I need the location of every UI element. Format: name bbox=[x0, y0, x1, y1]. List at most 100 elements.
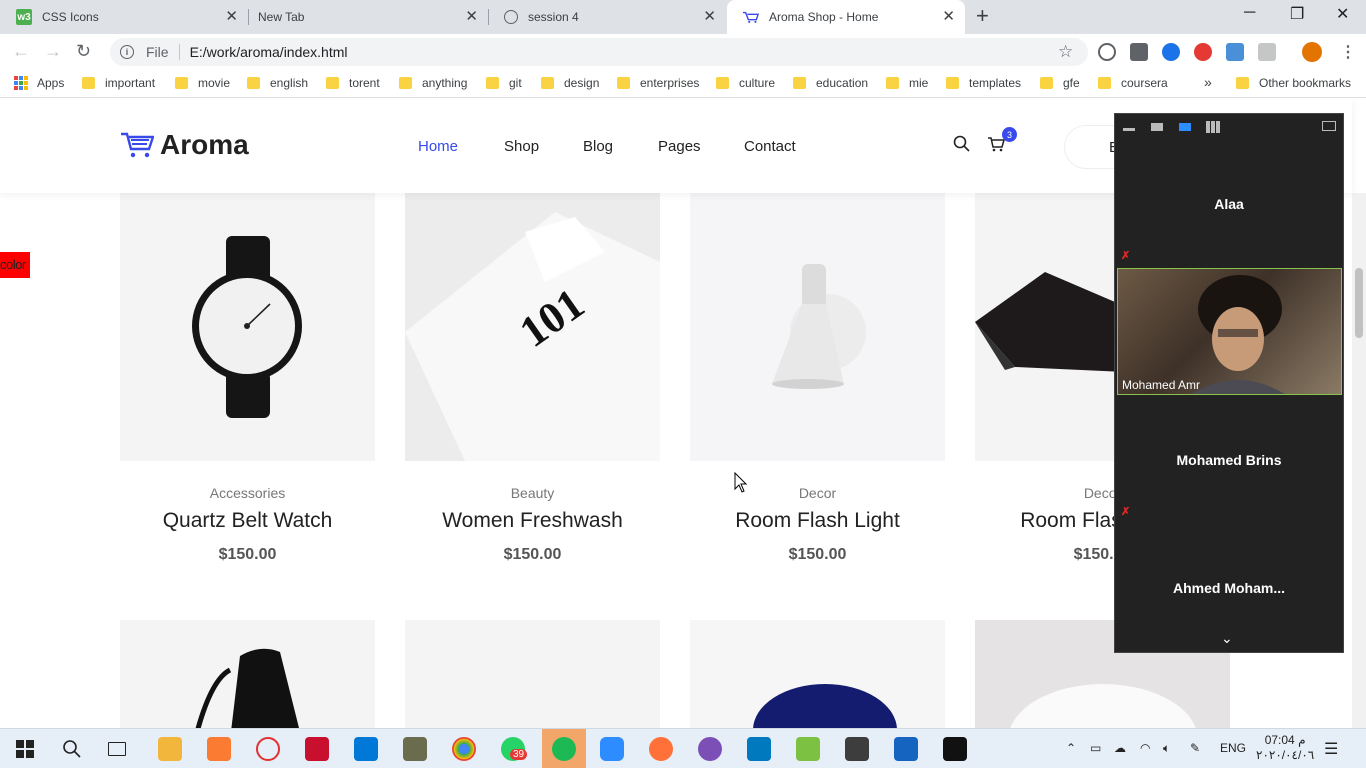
extension-cube-icon[interactable] bbox=[1258, 43, 1276, 61]
forward-arrow-icon[interactable]: → bbox=[44, 41, 62, 62]
bookmark-folder[interactable]: culture bbox=[716, 76, 775, 90]
block-extension-icon[interactable] bbox=[1098, 43, 1116, 61]
snipping-tool-icon[interactable] bbox=[256, 737, 280, 761]
chevron-down-icon[interactable]: ⌄ bbox=[1221, 630, 1233, 647]
extension-download-icon[interactable] bbox=[1226, 43, 1244, 61]
bookmarks-overflow-button[interactable]: » bbox=[1204, 74, 1212, 90]
nav-home[interactable]: Home bbox=[418, 138, 458, 155]
volume-icon[interactable]: 🔈︎ bbox=[1163, 741, 1170, 756]
close-tab-icon[interactable]: ✕ bbox=[703, 9, 716, 25]
language-indicator[interactable]: ENG bbox=[1220, 741, 1246, 755]
wifi-icon[interactable]: ◠ bbox=[1140, 741, 1150, 755]
photos-icon[interactable] bbox=[943, 737, 967, 761]
app-wave-icon[interactable] bbox=[894, 737, 918, 761]
app-dark-icon[interactable] bbox=[845, 737, 869, 761]
app-green-icon[interactable] bbox=[796, 737, 820, 761]
page-scrollbar[interactable] bbox=[1352, 193, 1366, 728]
product-card[interactable]: 101 Beauty Women Freshwash $150.00 bbox=[405, 192, 660, 564]
action-center-icon[interactable]: ☰ bbox=[1324, 739, 1338, 759]
url-text[interactable]: E:/work/aroma/index.html bbox=[190, 44, 348, 60]
product-name[interactable]: Women Freshwash bbox=[405, 509, 660, 533]
firefox-icon[interactable] bbox=[649, 737, 673, 761]
product-image-blank[interactable] bbox=[405, 620, 660, 728]
tab-aroma-shop[interactable]: Aroma Shop - Home ✕ bbox=[727, 0, 965, 34]
scrollbar-thumb[interactable] bbox=[1355, 268, 1363, 338]
close-tab-icon[interactable]: ✕ bbox=[225, 9, 238, 25]
tab-new-tab[interactable]: New Tab ✕ bbox=[248, 0, 489, 34]
address-bar[interactable]: i File E:/work/aroma/index.html bbox=[110, 38, 1088, 66]
product-image-bag[interactable] bbox=[120, 620, 375, 728]
windows-start-icon[interactable] bbox=[13, 737, 37, 761]
bookmark-apps[interactable]: Apps bbox=[14, 76, 64, 90]
bookmark-folder[interactable]: torent bbox=[326, 76, 380, 90]
reload-icon[interactable]: ↻ bbox=[76, 41, 91, 62]
product-card[interactable]: Accessories Quartz Belt Watch $150.00 bbox=[120, 192, 375, 564]
bookmark-star-icon[interactable]: ☆ bbox=[1058, 42, 1073, 62]
strip-view-icon[interactable] bbox=[1179, 123, 1191, 131]
bookmark-folder[interactable]: gfe bbox=[1040, 76, 1080, 90]
single-view-icon[interactable] bbox=[1151, 123, 1163, 131]
zoom-icon[interactable] bbox=[600, 737, 624, 761]
spotify-icon[interactable] bbox=[552, 737, 576, 761]
facebook-extension-icon[interactable] bbox=[1130, 43, 1148, 61]
bookmark-folder[interactable]: movie bbox=[175, 76, 230, 90]
tab-session-4[interactable]: session 4 ✕ bbox=[488, 0, 726, 34]
bookmark-folder[interactable]: education bbox=[793, 76, 868, 90]
gallery-view-icon[interactable] bbox=[1206, 121, 1220, 133]
search-icon[interactable] bbox=[953, 135, 971, 158]
close-tab-icon[interactable]: ✕ bbox=[942, 9, 955, 25]
tray-chevron-up-icon[interactable]: ⌃ bbox=[1066, 741, 1076, 755]
onedrive-icon[interactable]: ☁ bbox=[1114, 741, 1126, 755]
product-image-watch[interactable] bbox=[120, 192, 375, 461]
restore-button[interactable]: ❐ bbox=[1290, 4, 1304, 24]
file-explorer-icon[interactable] bbox=[158, 737, 182, 761]
color-switcher-tab[interactable]: color bbox=[0, 252, 30, 278]
filezilla-icon[interactable] bbox=[305, 737, 329, 761]
system-clock[interactable]: 07:04 م ٢٠٢٠/٠٤/٠٦ bbox=[1256, 733, 1314, 763]
app-icon[interactable] bbox=[403, 737, 427, 761]
search-icon[interactable] bbox=[60, 737, 84, 761]
site-logo[interactable]: Aroma bbox=[120, 129, 249, 161]
bookmark-other[interactable]: Other bookmarks bbox=[1236, 76, 1351, 90]
product-image-blue-dish[interactable] bbox=[690, 620, 945, 728]
extension-blue-icon[interactable] bbox=[1162, 43, 1180, 61]
bookmark-folder[interactable]: git bbox=[486, 76, 522, 90]
product-image-flashlight[interactable] bbox=[690, 192, 945, 461]
nav-shop[interactable]: Shop bbox=[504, 138, 539, 155]
bookmark-folder[interactable]: english bbox=[247, 76, 308, 90]
product-name[interactable]: Quartz Belt Watch bbox=[120, 509, 375, 533]
vscode-icon[interactable] bbox=[354, 737, 378, 761]
product-image-freshwash[interactable]: 101 bbox=[405, 192, 660, 461]
close-window-button[interactable]: ✕ bbox=[1336, 4, 1349, 24]
chrome-icon[interactable] bbox=[452, 737, 476, 761]
nav-contact[interactable]: Contact bbox=[744, 138, 796, 155]
bookmark-folder[interactable]: design bbox=[541, 76, 599, 90]
task-view-icon[interactable] bbox=[108, 742, 126, 756]
back-arrow-icon[interactable]: ← bbox=[12, 41, 30, 62]
product-card[interactable]: Decor Room Flash Light $150.00 bbox=[690, 192, 945, 564]
bookmark-folder[interactable]: enterprises bbox=[617, 76, 699, 90]
bookmark-folder[interactable]: important bbox=[82, 76, 155, 90]
new-tab-button[interactable]: + bbox=[976, 5, 989, 27]
nav-pages[interactable]: Pages bbox=[658, 138, 701, 155]
close-tab-icon[interactable]: ✕ bbox=[465, 9, 478, 25]
nav-blog[interactable]: Blog bbox=[583, 138, 613, 155]
pen-icon[interactable]: ✎ bbox=[1190, 741, 1200, 755]
info-icon[interactable]: i bbox=[120, 45, 134, 59]
bookmark-folder[interactable]: coursera bbox=[1098, 76, 1168, 90]
xampp-icon[interactable] bbox=[207, 737, 231, 761]
participant-video[interactable]: Mohamed Amr bbox=[1117, 268, 1342, 395]
minimize-button[interactable]: ─ bbox=[1244, 4, 1255, 22]
tab-css-icons[interactable]: w3 CSS Icons ✕ bbox=[0, 0, 249, 34]
app-purple-icon[interactable] bbox=[698, 737, 722, 761]
bookmark-folder[interactable]: anything bbox=[399, 76, 467, 90]
bookmark-folder[interactable]: mie bbox=[886, 76, 928, 90]
profile-avatar[interactable] bbox=[1302, 42, 1322, 62]
bookmark-folder[interactable]: templates bbox=[946, 76, 1021, 90]
exit-panel-icon[interactable] bbox=[1322, 121, 1336, 131]
menu-kebab-icon[interactable]: ⋮ bbox=[1340, 42, 1356, 62]
trello-icon[interactable] bbox=[747, 737, 771, 761]
minimize-video-icon[interactable] bbox=[1123, 128, 1135, 131]
product-name[interactable]: Room Flash Light bbox=[690, 509, 945, 533]
extension-red-icon[interactable] bbox=[1194, 43, 1212, 61]
